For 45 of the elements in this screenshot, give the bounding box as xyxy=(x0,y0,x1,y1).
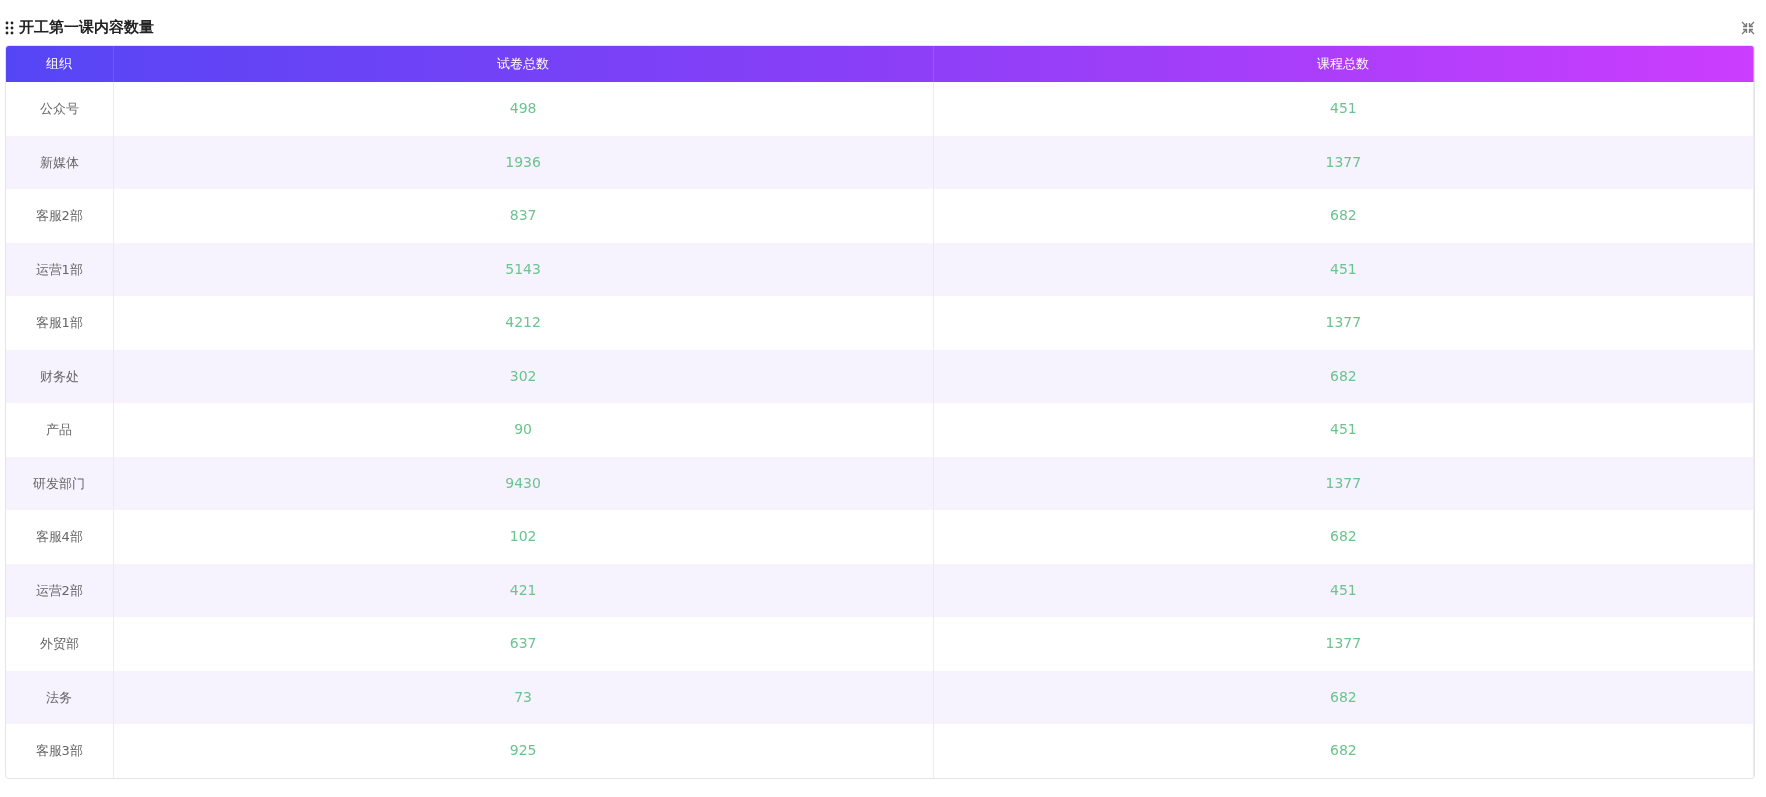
table-cell: 外贸部 xyxy=(6,617,113,671)
drag-handle-icon[interactable] xyxy=(5,20,15,35)
table-cell: 客服4部 xyxy=(6,510,113,564)
column-header: 组织 xyxy=(6,46,113,82)
table-cell: 498 xyxy=(113,82,934,136)
table-cell: 5143 xyxy=(113,242,934,296)
table-cell: 公众号 xyxy=(6,82,113,136)
table-cell: 637 xyxy=(113,617,934,671)
table-cell: 新媒体 xyxy=(6,135,113,189)
table-cell: 451 xyxy=(933,82,1754,136)
column-header: 课程总数 xyxy=(933,46,1754,82)
table-cell: 客服3部 xyxy=(6,724,113,778)
table-cell: 682 xyxy=(933,670,1754,724)
table-cell: 运营1部 xyxy=(6,242,113,296)
table-cell: 451 xyxy=(933,403,1754,457)
table-cell: 运营2部 xyxy=(6,563,113,617)
panel-title: 开工第一课内容数量 xyxy=(19,17,154,39)
table-cell: 451 xyxy=(933,563,1754,617)
table-cell: 90 xyxy=(113,403,934,457)
table-cell: 1377 xyxy=(933,617,1754,671)
table-cell: 4212 xyxy=(113,296,934,350)
table-cell: 925 xyxy=(113,724,934,778)
table-cell: 682 xyxy=(933,349,1754,403)
table-cell: 客服2部 xyxy=(6,189,113,243)
table-cell: 302 xyxy=(113,349,934,403)
table-cell: 1936 xyxy=(113,135,934,189)
table-cell: 9430 xyxy=(113,456,934,510)
table-cell: 研发部门 xyxy=(6,456,113,510)
table-cell: 1377 xyxy=(933,135,1754,189)
table-cell: 682 xyxy=(933,189,1754,243)
table-cell: 客服1部 xyxy=(6,296,113,350)
table-cell: 102 xyxy=(113,510,934,564)
table-cell: 1377 xyxy=(933,296,1754,350)
table-cell: 421 xyxy=(113,563,934,617)
table-cell: 682 xyxy=(933,724,1754,778)
column-header: 试卷总数 xyxy=(113,46,934,82)
table-cell: 451 xyxy=(933,242,1754,296)
table-cell: 财务处 xyxy=(6,349,113,403)
table-cell: 产品 xyxy=(6,403,113,457)
table-cell: 73 xyxy=(113,670,934,724)
table-cell: 法务 xyxy=(6,670,113,724)
collapse-icon[interactable] xyxy=(1741,20,1755,35)
table-cell: 682 xyxy=(933,510,1754,564)
table-cell: 837 xyxy=(113,189,934,243)
table-cell: 1377 xyxy=(933,456,1754,510)
